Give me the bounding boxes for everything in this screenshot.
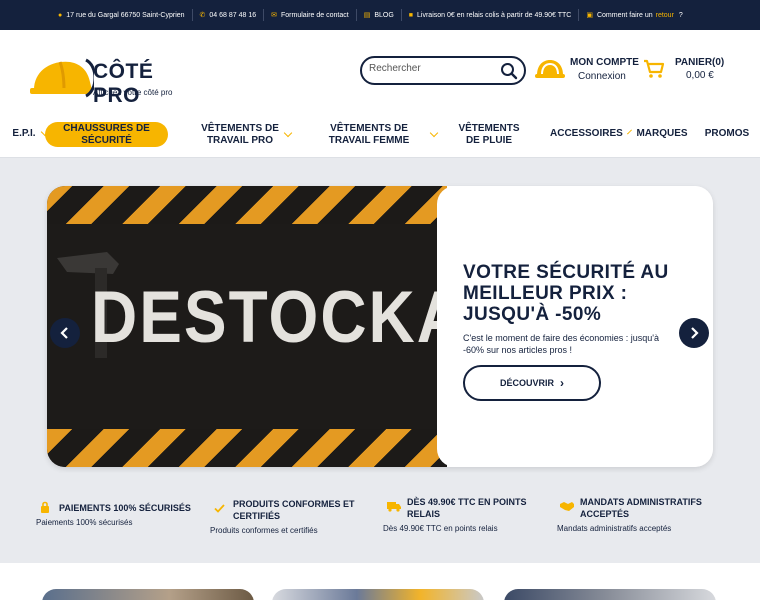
nav-label-chaussures: CHAUSSURES DE SÉCURITÉ (63, 122, 150, 146)
chevron-left-icon (60, 327, 68, 339)
hard-hat-logo-icon (30, 58, 94, 98)
hero-banner-image[interactable]: DESTOCKAGE (47, 186, 559, 467)
nav-item-accessoires[interactable]: ACCESSOIRES (550, 121, 632, 147)
reassurance-sub-3: Dès 49.90€ TTC en points relais (383, 524, 498, 533)
search-box (360, 56, 526, 85)
account-link[interactable]: MON COMPTE Connexion (534, 56, 639, 88)
location-pin-icon: ● (58, 11, 63, 19)
hard-hat-account-icon (535, 60, 565, 78)
category-card-3[interactable] (504, 589, 716, 600)
address-text: 17 rue du Gargal 66750 Saint-Cyprien (66, 11, 185, 19)
shipping-text: Livraison 0€ en relais colis à partir de… (417, 11, 572, 19)
nav-item-vetements-pro[interactable]: VÊTEMENTS DE TRAVAIL PRO (192, 121, 300, 149)
nav-label-epi: E.P.I. (12, 128, 36, 139)
lock-icon (41, 501, 49, 513)
top-info-bar: ● 17 rue du Gargal 66750 Saint-Cyprien ✆… (0, 0, 760, 30)
reassurance-bar: PAIEMENTS 100% SÉCURISÉS Paiements 100% … (0, 473, 760, 563)
blog-text: BLOG (374, 11, 394, 19)
discover-button[interactable]: DÉCOUVRIR › (463, 365, 601, 401)
truck-icon: ■ (408, 11, 414, 19)
nav-label-marques: MARQUES (636, 128, 688, 139)
logo-tagline: Affichez votre côté pro (93, 88, 173, 97)
contact-text: Formulaire de contact (281, 11, 349, 19)
chevron-down-icon (626, 129, 632, 135)
nav-label-promos: PROMOS (704, 128, 750, 139)
reassurance-sub-1: Paiements 100% sécurisés (36, 518, 133, 527)
reassurance-sub-2: Produits conformes et certifiés (210, 526, 318, 535)
newspaper-icon: ▤ (363, 12, 371, 19)
check-icon (214, 504, 225, 513)
category-cards-section (0, 563, 760, 600)
contact-form-link[interactable]: ✉ Formulaire de contact (263, 9, 356, 21)
slider-prev-button[interactable] (50, 318, 80, 348)
main-navigation: E.P.I. CHAUSSURES DE SÉCURITÉ VÊTEMENTS … (0, 113, 760, 158)
slider-next-button[interactable] (679, 318, 709, 348)
nav-label-vetements-pro: VÊTEMENTS DE TRAVAIL PRO (201, 123, 279, 146)
reassurance-sub-4: Mandats administratifs acceptés (557, 524, 672, 533)
search-icon[interactable] (500, 62, 518, 80)
blog-link[interactable]: ▤ BLOG (355, 9, 401, 21)
phone-link[interactable]: ✆ 04 68 87 48 16 (191, 9, 264, 21)
hero-text-panel: VOTRE SÉCURITÉ AU MEILLEUR PRIX : JUSQU'… (437, 186, 713, 467)
chevron-down-icon (429, 128, 439, 138)
chevron-right-icon (691, 327, 699, 339)
site-logo[interactable]: CÔTÉ PRO Affichez votre côté pro (30, 52, 205, 107)
return-prefix: Comment faire un (596, 11, 653, 19)
category-card-2[interactable] (272, 589, 484, 600)
nav-label-vetements-femme: VÊTEMENTS DE TRAVAIL FEMME (328, 123, 410, 146)
account-login[interactable]: Connexion (578, 71, 626, 82)
handshake-icon (560, 502, 574, 511)
hazard-stripe-top (47, 186, 447, 224)
address-info: ● 17 rue du Gargal 66750 Saint-Cyprien (0, 9, 192, 21)
cart-title: PANIER(0) (675, 57, 725, 68)
return-link-text[interactable]: retour (656, 12, 674, 19)
chevron-right-icon: › (560, 376, 564, 390)
nav-item-chaussures[interactable]: CHAUSSURES DE SÉCURITÉ (45, 122, 168, 147)
search-input[interactable] (369, 63, 497, 74)
category-card-1[interactable] (42, 589, 254, 600)
cart-link[interactable]: PANIER(0) 0,00 € (643, 56, 733, 88)
discover-button-label: DÉCOUVRIR (499, 378, 554, 388)
phone-text: 04 68 87 48 16 (209, 11, 257, 19)
hero-description: C'est le moment de faire des économies :… (463, 333, 660, 355)
site-header: CÔTÉ PRO Affichez votre côté pro MON COM… (0, 30, 760, 113)
cart-total: 0,00 € (686, 70, 714, 81)
nav-item-vetements-pluie[interactable]: VÊTEMENTS DE PLUIE (448, 121, 530, 149)
hazard-stripe-bottom (47, 429, 447, 467)
return-question: ? (678, 11, 683, 19)
reassurance-title-2: PRODUITS CONFORMES ET CERTIFIÉS (233, 499, 355, 521)
box-icon: ▣ (586, 12, 593, 19)
nav-item-promos[interactable]: PROMOS (704, 121, 750, 147)
nav-item-marques[interactable]: MARQUES (636, 121, 688, 147)
hero-slide: DESTOCKAGE VOTRE SÉCURITÉ AU MEILLEUR PR… (47, 186, 713, 467)
nav-item-epi[interactable]: E.P.I. (12, 121, 49, 147)
shipping-info: ■ Livraison 0€ en relais colis à partir … (400, 9, 579, 21)
logo-name: CÔTÉ PRO (93, 60, 154, 107)
cart-icon (644, 59, 665, 78)
nav-label-accessoires: ACCESSOIRES (550, 128, 623, 139)
phone-icon: ✆ (199, 12, 206, 19)
envelope-icon: ✉ (271, 12, 277, 19)
account-title: MON COMPTE (570, 57, 639, 68)
truck-icon (387, 502, 401, 512)
reassurance-title-1: PAIEMENTS 100% SÉCURISÉS (59, 503, 191, 513)
chevron-down-icon (283, 128, 293, 138)
reassurance-title-4: MANDATS ADMINISTRATIFS ACCEPTÉS (580, 497, 702, 519)
return-link[interactable]: ▣ Comment faire un retour ? (578, 9, 689, 21)
nav-label-vetements-pluie: VÊTEMENTS DE PLUIE (458, 123, 520, 146)
nav-item-vetements-femme[interactable]: VÊTEMENTS DE TRAVAIL FEMME (310, 121, 440, 149)
reassurance-title-3: DÈS 49.90€ TTC EN POINTS RELAIS (407, 497, 527, 519)
hero-title: VOTRE SÉCURITÉ AU MEILLEUR PRIX : JUSQU'… (463, 262, 669, 325)
